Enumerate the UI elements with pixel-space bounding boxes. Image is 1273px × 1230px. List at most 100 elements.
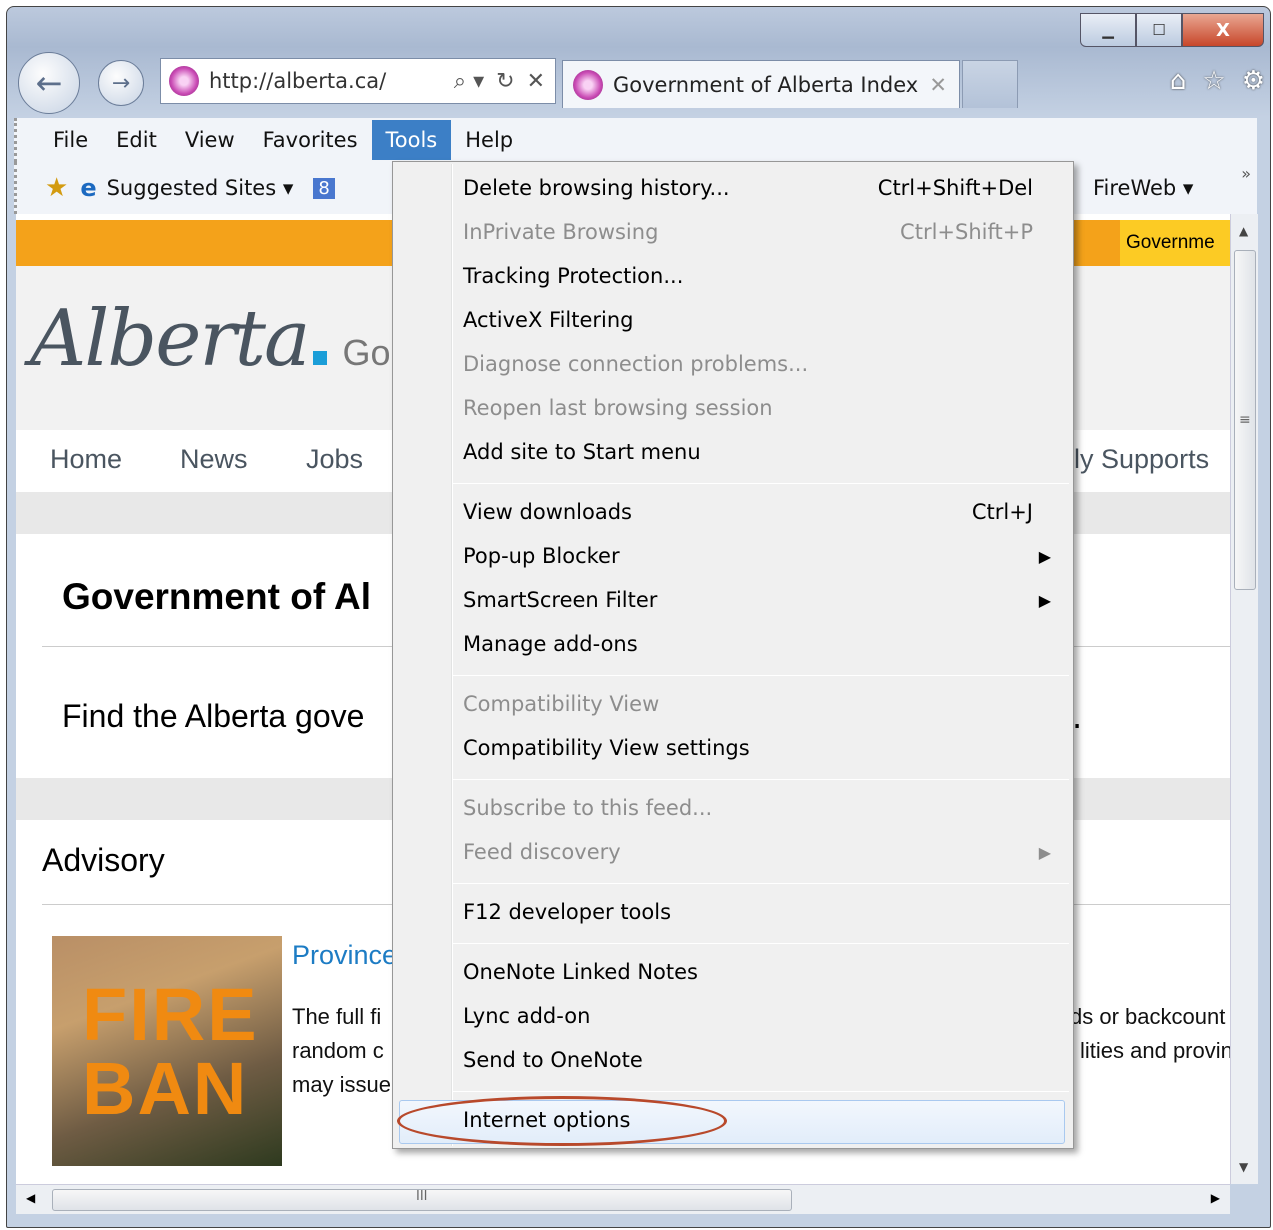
address-bar[interactable]: http://alberta.ca/ ⌕ ▾ ↻ ✕ xyxy=(160,58,556,104)
menu-item-activex-filtering[interactable]: ActiveX Filtering xyxy=(463,300,1033,340)
favbar-chevron-icon[interactable]: » xyxy=(1241,164,1251,183)
nav-jobs[interactable]: Jobs xyxy=(306,444,363,475)
menu-item-view-downloads[interactable]: View downloads Ctrl+J xyxy=(463,492,1033,532)
back-button[interactable]: ← xyxy=(18,52,80,114)
fire-ban-image[interactable]: FIRE BAN xyxy=(52,936,282,1166)
nav-home[interactable]: Home xyxy=(50,444,122,475)
nav-family-supports[interactable]: ily Supports xyxy=(1068,444,1209,475)
refresh-icon[interactable]: ↻ xyxy=(496,69,514,94)
scroll-grip-icon: ≡ xyxy=(1239,412,1251,428)
menu-separator xyxy=(453,483,1069,484)
g8-link-icon[interactable]: 8 xyxy=(313,177,335,199)
menu-item-label: Add site to Start menu xyxy=(463,440,701,464)
submenu-arrow-icon: ▶ xyxy=(1038,546,1051,566)
menu-item-manage-add-ons[interactable]: Manage add-ons xyxy=(463,624,1033,664)
menu-separator xyxy=(453,779,1069,780)
tab-favicon-icon xyxy=(573,69,603,100)
horizontal-scrollbar[interactable]: ◀ III ▶ xyxy=(16,1184,1230,1214)
search-icon[interactable]: ⌕ ▾ xyxy=(454,69,484,94)
menu-edit[interactable]: Edit xyxy=(102,120,171,160)
menu-item-f12-developer-tools[interactable]: F12 developer tools xyxy=(463,892,1033,932)
advisory-link[interactable]: Province xyxy=(292,940,397,971)
hscroll-grip-icon: III xyxy=(416,1189,428,1204)
menu-item-label: Send to OneNote xyxy=(463,1048,643,1072)
menu-item-subscribe-to-this-feed[interactable]: Subscribe to this feed... xyxy=(463,788,1033,828)
menu-item-shortcut: Ctrl+Shift+P xyxy=(900,220,1033,244)
menu-item-label: ActiveX Filtering xyxy=(463,308,634,332)
menu-file[interactable]: File xyxy=(39,120,102,160)
site-favicon-icon xyxy=(169,66,199,96)
menu-help[interactable]: Help xyxy=(451,120,527,160)
menu-item-label: OneNote Linked Notes xyxy=(463,960,698,984)
advisory-text-line: may issue xyxy=(292,1072,392,1097)
menu-item-tracking-protection[interactable]: Tracking Protection... xyxy=(463,256,1033,296)
home-icon[interactable]: ⌂ xyxy=(1170,66,1187,96)
menu-item-send-to-onenote[interactable]: Send to OneNote xyxy=(463,1040,1033,1080)
menu-item-lync-add-on[interactable]: Lync add-on xyxy=(463,996,1033,1036)
menu-item-label: Delete browsing history... xyxy=(463,176,730,200)
vertical-scrollbar[interactable]: ▲ ≡ ▼ xyxy=(1230,214,1258,1184)
menu-separator xyxy=(453,883,1069,884)
menu-view[interactable]: View xyxy=(171,120,249,160)
menu-item-label: Lync add-on xyxy=(463,1004,591,1028)
menu-item-add-site-to-start-menu[interactable]: Add site to Start menu xyxy=(463,432,1033,472)
fire-ban-text: FIRE xyxy=(82,973,259,1056)
menu-item-diagnose-connection-problems[interactable]: Diagnose connection problems... xyxy=(463,344,1033,384)
scroll-up-icon[interactable]: ▲ xyxy=(1239,224,1248,238)
scroll-left-icon[interactable]: ◀ xyxy=(26,1191,35,1205)
menu-item-inprivate-browsing[interactable]: InPrivate Browsing Ctrl+Shift+P xyxy=(463,212,1033,252)
menu-item-smartscreen-filter[interactable]: SmartScreen Filter ▶ xyxy=(463,580,1073,620)
advisory-text-line: lities and provin xyxy=(1080,1038,1230,1063)
menu-item-feed-discovery[interactable]: Feed discovery ▶ xyxy=(463,832,1073,872)
menu-favorites[interactable]: Favorites xyxy=(249,120,372,160)
tab-government-of-alberta[interactable]: Government of Alberta Index ✕ xyxy=(562,60,960,108)
menu-tools[interactable]: Tools xyxy=(371,120,452,160)
favorites-star-icon[interactable]: ☆ xyxy=(1202,66,1225,96)
advisory-text-line: ds or backcount xyxy=(1070,1004,1226,1029)
menu-item-delete-browsing-history[interactable]: Delete browsing history... Ctrl+Shift+Del xyxy=(463,168,1033,208)
alberta-logo[interactable]: Alberta Go xyxy=(30,294,391,384)
close-button[interactable]: X xyxy=(1182,13,1264,47)
menu-item-label: SmartScreen Filter xyxy=(463,588,658,612)
gear-icon[interactable]: ⚙ xyxy=(1242,66,1265,96)
new-tab-button[interactable] xyxy=(962,60,1018,108)
menu-item-label: Feed discovery xyxy=(463,840,621,864)
logo-square-icon xyxy=(312,351,327,365)
menu-item-reopen-last-browsing-session[interactable]: Reopen last browsing session xyxy=(463,388,1033,428)
add-favorite-star-icon[interactable]: ★ xyxy=(45,173,68,203)
menu-item-internet-options[interactable]: Internet options xyxy=(463,1100,1033,1140)
find-text: Find the Alberta gove xyxy=(62,698,365,734)
scroll-down-icon[interactable]: ▼ xyxy=(1239,1160,1248,1174)
menu-item-label: InPrivate Browsing xyxy=(463,220,659,244)
ie-logo-icon: e xyxy=(80,174,97,202)
tab-close-icon[interactable]: ✕ xyxy=(929,73,959,97)
menu-item-label: Internet options xyxy=(463,1108,631,1132)
suggested-sites-link[interactable]: Suggested Sites ▾ xyxy=(107,176,294,200)
menu-bar: File Edit View Favorites Tools Help xyxy=(14,118,1257,162)
tools-menu: Delete browsing history... Ctrl+Shift+Del… xyxy=(392,161,1074,1149)
advisory-heading: Advisory xyxy=(42,842,165,878)
menu-item-label: Diagnose connection problems... xyxy=(463,352,809,376)
fire-ban-text: BAN xyxy=(82,1047,249,1130)
menu-item-pop-up-blocker[interactable]: Pop-up Blocker ▶ xyxy=(463,536,1073,576)
government-link[interactable]: Governme xyxy=(1120,220,1230,266)
nav-news[interactable]: News xyxy=(180,444,248,475)
minimize-button[interactable]: ▁ xyxy=(1080,13,1136,47)
menu-item-compatibility-view[interactable]: Compatibility View xyxy=(463,684,1033,724)
fireweb-link[interactable]: FireWeb ▾ xyxy=(1093,176,1193,200)
toolbar-right-icons: ⌂ ☆ ⚙ xyxy=(1170,66,1265,96)
scroll-right-icon[interactable]: ▶ xyxy=(1211,1191,1220,1205)
address-url[interactable]: http://alberta.ca/ xyxy=(209,69,454,93)
menu-item-label: F12 developer tools xyxy=(463,900,672,924)
window-controls: ▁ ☐ X xyxy=(1080,13,1264,47)
menu-separator xyxy=(453,675,1069,676)
maximize-button[interactable]: ☐ xyxy=(1136,13,1182,47)
menu-item-label: Compatibility View settings xyxy=(463,736,750,760)
advisory-text-line: The full fi xyxy=(292,1004,382,1029)
stop-icon[interactable]: ✕ xyxy=(527,69,545,94)
menu-item-label: Tracking Protection... xyxy=(463,264,684,288)
menu-item-compatibility-view-settings[interactable]: Compatibility View settings xyxy=(463,728,1033,768)
menu-item-onenote-linked-notes[interactable]: OneNote Linked Notes xyxy=(463,952,1033,992)
forward-button[interactable]: → xyxy=(98,60,144,106)
logo-tagline: Go xyxy=(342,332,391,373)
